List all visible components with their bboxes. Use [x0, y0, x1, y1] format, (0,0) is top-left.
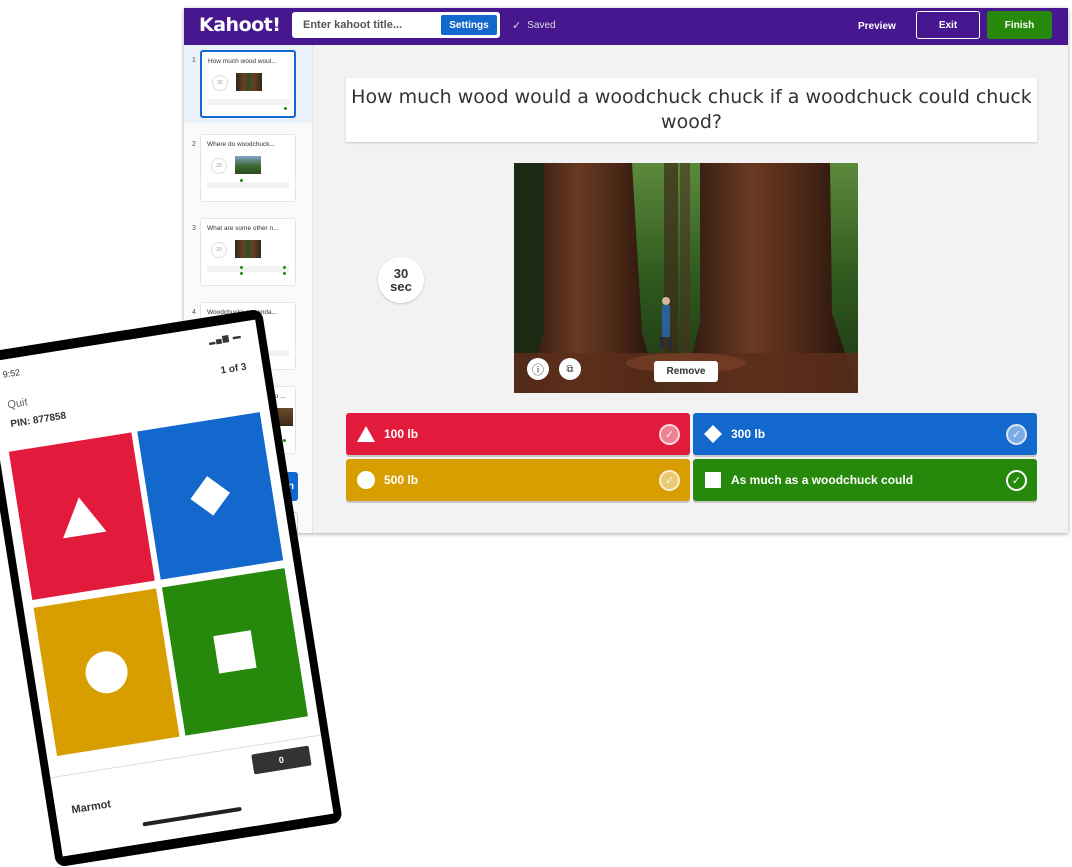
answer-text: 300 lb — [731, 427, 766, 441]
slide-card: Where do woodchuck... 20 — [200, 134, 296, 202]
slide-answer-bars — [207, 266, 289, 272]
answer-text: As much as a woodchuck could — [731, 473, 914, 487]
kahoot-editor-window: Kahoot! Settings ✓ Saved Preview Exit Fi… — [184, 8, 1068, 533]
answer-tile-circle[interactable] — [33, 588, 180, 757]
slide-item-1[interactable]: 1 How much wood woul... 30 — [184, 45, 312, 123]
phone-time: 9:52 — [1, 367, 21, 380]
exit-button[interactable]: Exit — [916, 11, 980, 39]
slide-item-3[interactable]: 3 What are some other n... 20 — [184, 213, 312, 291]
time-limit-badge[interactable]: 30 sec — [378, 257, 424, 303]
answer-tile-square[interactable] — [161, 568, 308, 736]
slide-answer-bars — [207, 182, 289, 188]
slide-timer: 20 — [211, 158, 227, 174]
answer-4[interactable]: As much as a woodchuck could ✓ — [693, 459, 1037, 501]
remove-image-button[interactable]: Remove — [654, 361, 718, 382]
crop-icon[interactable]: ⧉ — [559, 358, 581, 380]
answer-text: 500 lb — [384, 473, 419, 487]
slide-title: Where do woodchuck... — [207, 141, 275, 148]
check-icon: ✓ — [512, 20, 522, 32]
timer-unit: sec — [390, 279, 412, 294]
question-title[interactable]: How much wood would a woodchuck chuck if… — [346, 78, 1037, 142]
finish-button[interactable]: Finish — [987, 11, 1052, 39]
slide-timer: 20 — [211, 242, 227, 258]
answer-tile-diamond[interactable] — [137, 412, 284, 580]
game-pin: PIN: 877858 — [9, 410, 67, 431]
saved-status: ✓ Saved — [512, 19, 556, 32]
circle-icon — [357, 471, 375, 489]
answer-3[interactable]: 500 lb ✓ — [346, 459, 690, 501]
correct-dot-icon — [240, 179, 243, 182]
player-footer: Marmot 0 — [50, 734, 334, 857]
slide-number: 4 — [192, 309, 196, 316]
triangle-icon — [63, 497, 107, 539]
slide-title: What are some other n... — [207, 225, 279, 232]
answer-tile-triangle[interactable] — [8, 432, 155, 600]
slide-timer: 30 — [212, 75, 228, 91]
preview-button[interactable]: Preview — [858, 21, 896, 32]
kahoot-title-input[interactable] — [294, 14, 443, 36]
player-nickname: Marmot — [70, 798, 112, 817]
slide-title: How much wood woul... — [208, 58, 277, 65]
slide-number: 3 — [192, 225, 196, 232]
answer-2[interactable]: 300 lb ✓ — [693, 413, 1037, 455]
slide-number: 1 — [192, 57, 196, 64]
square-icon — [705, 472, 721, 488]
circle-icon — [85, 651, 128, 694]
correct-dot-icon — [240, 272, 243, 275]
kahoot-logo: Kahoot! — [199, 14, 281, 36]
question-image: ⓘ ⧉ Remove — [514, 163, 858, 393]
correct-dot-icon — [240, 266, 243, 269]
settings-button[interactable]: Settings — [441, 15, 497, 35]
slide-card: What are some other n... 20 — [200, 218, 296, 286]
diamond-icon — [190, 476, 230, 516]
correct-dot-icon — [283, 272, 286, 275]
signal-battery-icon: ▂▄▆ ▬ — [208, 331, 243, 346]
top-bar: Kahoot! Settings ✓ Saved Preview Exit Fi… — [184, 8, 1068, 45]
saved-label: Saved — [527, 20, 556, 31]
correct-toggle-icon[interactable]: ✓ — [659, 470, 680, 491]
answer-text: 100 lb — [384, 427, 419, 441]
correct-toggle-icon[interactable]: ✓ — [659, 424, 680, 445]
status-bar: 9:52 ▂▄▆ ▬ — [0, 320, 259, 389]
image-info-icon[interactable]: ⓘ — [527, 358, 549, 380]
correct-dot-icon — [283, 266, 286, 269]
square-icon — [213, 630, 257, 674]
answer-1[interactable]: 100 lb ✓ — [346, 413, 690, 455]
correct-dot-icon — [283, 439, 286, 442]
slide-card: How much wood woul... 30 — [200, 50, 296, 118]
slide-item-2[interactable]: 2 Where do woodchuck... 20 — [184, 129, 312, 207]
question-progress: 1 of 3 — [219, 361, 248, 377]
slide-thumbnail — [236, 73, 262, 91]
title-field-group: Settings — [292, 12, 500, 38]
correct-toggle-icon[interactable]: ✓ — [1006, 424, 1027, 445]
triangle-icon — [357, 426, 375, 442]
home-indicator[interactable] — [142, 806, 242, 827]
diamond-icon — [704, 425, 722, 443]
player-score: 0 — [251, 745, 312, 775]
slide-number: 2 — [192, 141, 196, 148]
correct-dot-icon — [284, 107, 287, 110]
slide-thumbnail — [235, 240, 261, 258]
slide-answer-bars — [208, 99, 290, 105]
correct-toggle-icon[interactable]: ✓ — [1006, 470, 1027, 491]
slide-thumbnail — [235, 156, 261, 174]
quit-button[interactable]: Quit — [7, 396, 29, 411]
